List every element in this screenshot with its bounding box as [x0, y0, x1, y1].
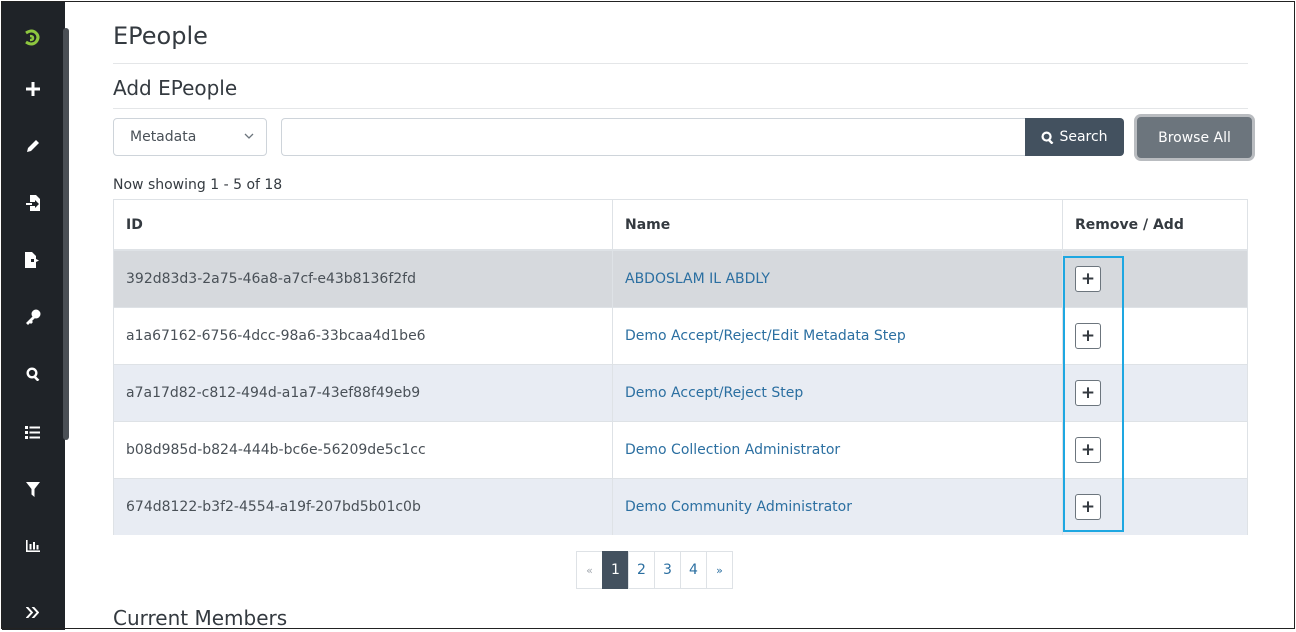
- plus-icon: +: [1080, 382, 1096, 403]
- plus-icon: +: [1080, 439, 1096, 460]
- pagination-prev: «: [576, 551, 603, 589]
- cell-id: a1a67162-6756-4dcc-98a6-33bcaa4d1be6: [113, 307, 613, 365]
- pagination-page-4[interactable]: 4: [680, 551, 707, 589]
- search-icon[interactable]: [2, 354, 63, 394]
- eperson-name-link[interactable]: Demo Accept/Reject/Edit Metadata Step: [625, 328, 906, 344]
- search-scope-value: Metadata: [130, 129, 197, 145]
- epeople-table: ID Name Remove / Add 392d83d3-2a75-46a8-…: [113, 199, 1248, 535]
- column-header-name: Name: [612, 199, 1063, 251]
- expand-sidebar-icon[interactable]: [2, 592, 63, 632]
- filter-icon[interactable]: [2, 469, 63, 509]
- search-icon: [1041, 130, 1054, 144]
- plus-icon: +: [1080, 325, 1096, 346]
- add-member-button[interactable]: +: [1075, 380, 1101, 406]
- pagination-page-1[interactable]: 1: [602, 551, 629, 589]
- eperson-name-link[interactable]: Demo Collection Administrator: [625, 442, 840, 458]
- statistics-icon[interactable]: [2, 526, 63, 566]
- list-icon[interactable]: [2, 412, 63, 452]
- eperson-name-link[interactable]: Demo Accept/Reject Step: [625, 385, 803, 401]
- table-header-row: ID Name Remove / Add: [113, 199, 1248, 251]
- table-row: a1a67162-6756-4dcc-98a6-33bcaa4d1be6 Dem…: [113, 307, 1248, 365]
- table-row: b08d985d-b824-444b-bc6e-56209de5c1cc Dem…: [113, 421, 1248, 479]
- dspace-logo-icon[interactable]: [2, 18, 63, 58]
- chevron-down-icon: [244, 133, 254, 139]
- search-button-label: Search: [1059, 129, 1108, 145]
- divider: [113, 63, 1248, 64]
- add-icon[interactable]: [2, 69, 63, 109]
- divider: [113, 108, 1248, 109]
- cell-id: a7a17d82-c812-494d-a1a7-43ef88f49eb9: [113, 364, 613, 422]
- plus-icon: +: [1080, 496, 1096, 517]
- pagination-page-2[interactable]: 2: [628, 551, 655, 589]
- page-title: EPeople: [113, 22, 208, 50]
- eperson-name-link[interactable]: Demo Community Administrator: [625, 499, 852, 515]
- export-icon[interactable]: [2, 240, 63, 280]
- search-input[interactable]: [281, 118, 1027, 156]
- results-count: Now showing 1 - 5 of 18: [113, 177, 283, 193]
- pagination: « 1 2 3 4 »: [576, 551, 733, 589]
- pagination-next[interactable]: »: [706, 551, 733, 589]
- key-icon[interactable]: [2, 297, 63, 337]
- import-icon[interactable]: [2, 183, 63, 223]
- table-row: a7a17d82-c812-494d-a1a7-43ef88f49eb9 Dem…: [113, 364, 1248, 422]
- cell-id: 674d8122-b3f2-4554-a19f-207bd5b01c0b: [113, 478, 613, 535]
- add-member-button[interactable]: +: [1075, 494, 1101, 520]
- column-header-remove-add: Remove / Add: [1062, 199, 1248, 251]
- add-epeople-heading: Add EPeople: [113, 76, 238, 100]
- eperson-name-link[interactable]: ABDOSLAM IL ABDLY: [625, 271, 770, 287]
- column-header-id: ID: [113, 199, 613, 251]
- add-member-button[interactable]: +: [1075, 266, 1101, 292]
- table-row: 392d83d3-2a75-46a8-a7cf-e43b8136f2fd ABD…: [113, 249, 1248, 308]
- pagination-page-3[interactable]: 3: [654, 551, 681, 589]
- table-row: 674d8122-b3f2-4554-a19f-207bd5b01c0b Dem…: [113, 478, 1248, 535]
- current-members-heading: Current Members: [113, 606, 288, 630]
- add-member-button[interactable]: +: [1075, 437, 1101, 463]
- plus-icon: +: [1080, 268, 1096, 289]
- pencil-icon[interactable]: [2, 126, 63, 166]
- add-member-button[interactable]: +: [1075, 323, 1101, 349]
- admin-sidebar: [2, 2, 69, 632]
- search-scope-select[interactable]: Metadata: [113, 118, 267, 156]
- search-button[interactable]: Search: [1025, 118, 1124, 156]
- sidebar-scrollbar[interactable]: [63, 28, 69, 440]
- cell-id: 392d83d3-2a75-46a8-a7cf-e43b8136f2fd: [113, 249, 613, 308]
- cell-id: b08d985d-b824-444b-bc6e-56209de5c1cc: [113, 421, 613, 479]
- browse-all-button[interactable]: Browse All: [1137, 117, 1252, 158]
